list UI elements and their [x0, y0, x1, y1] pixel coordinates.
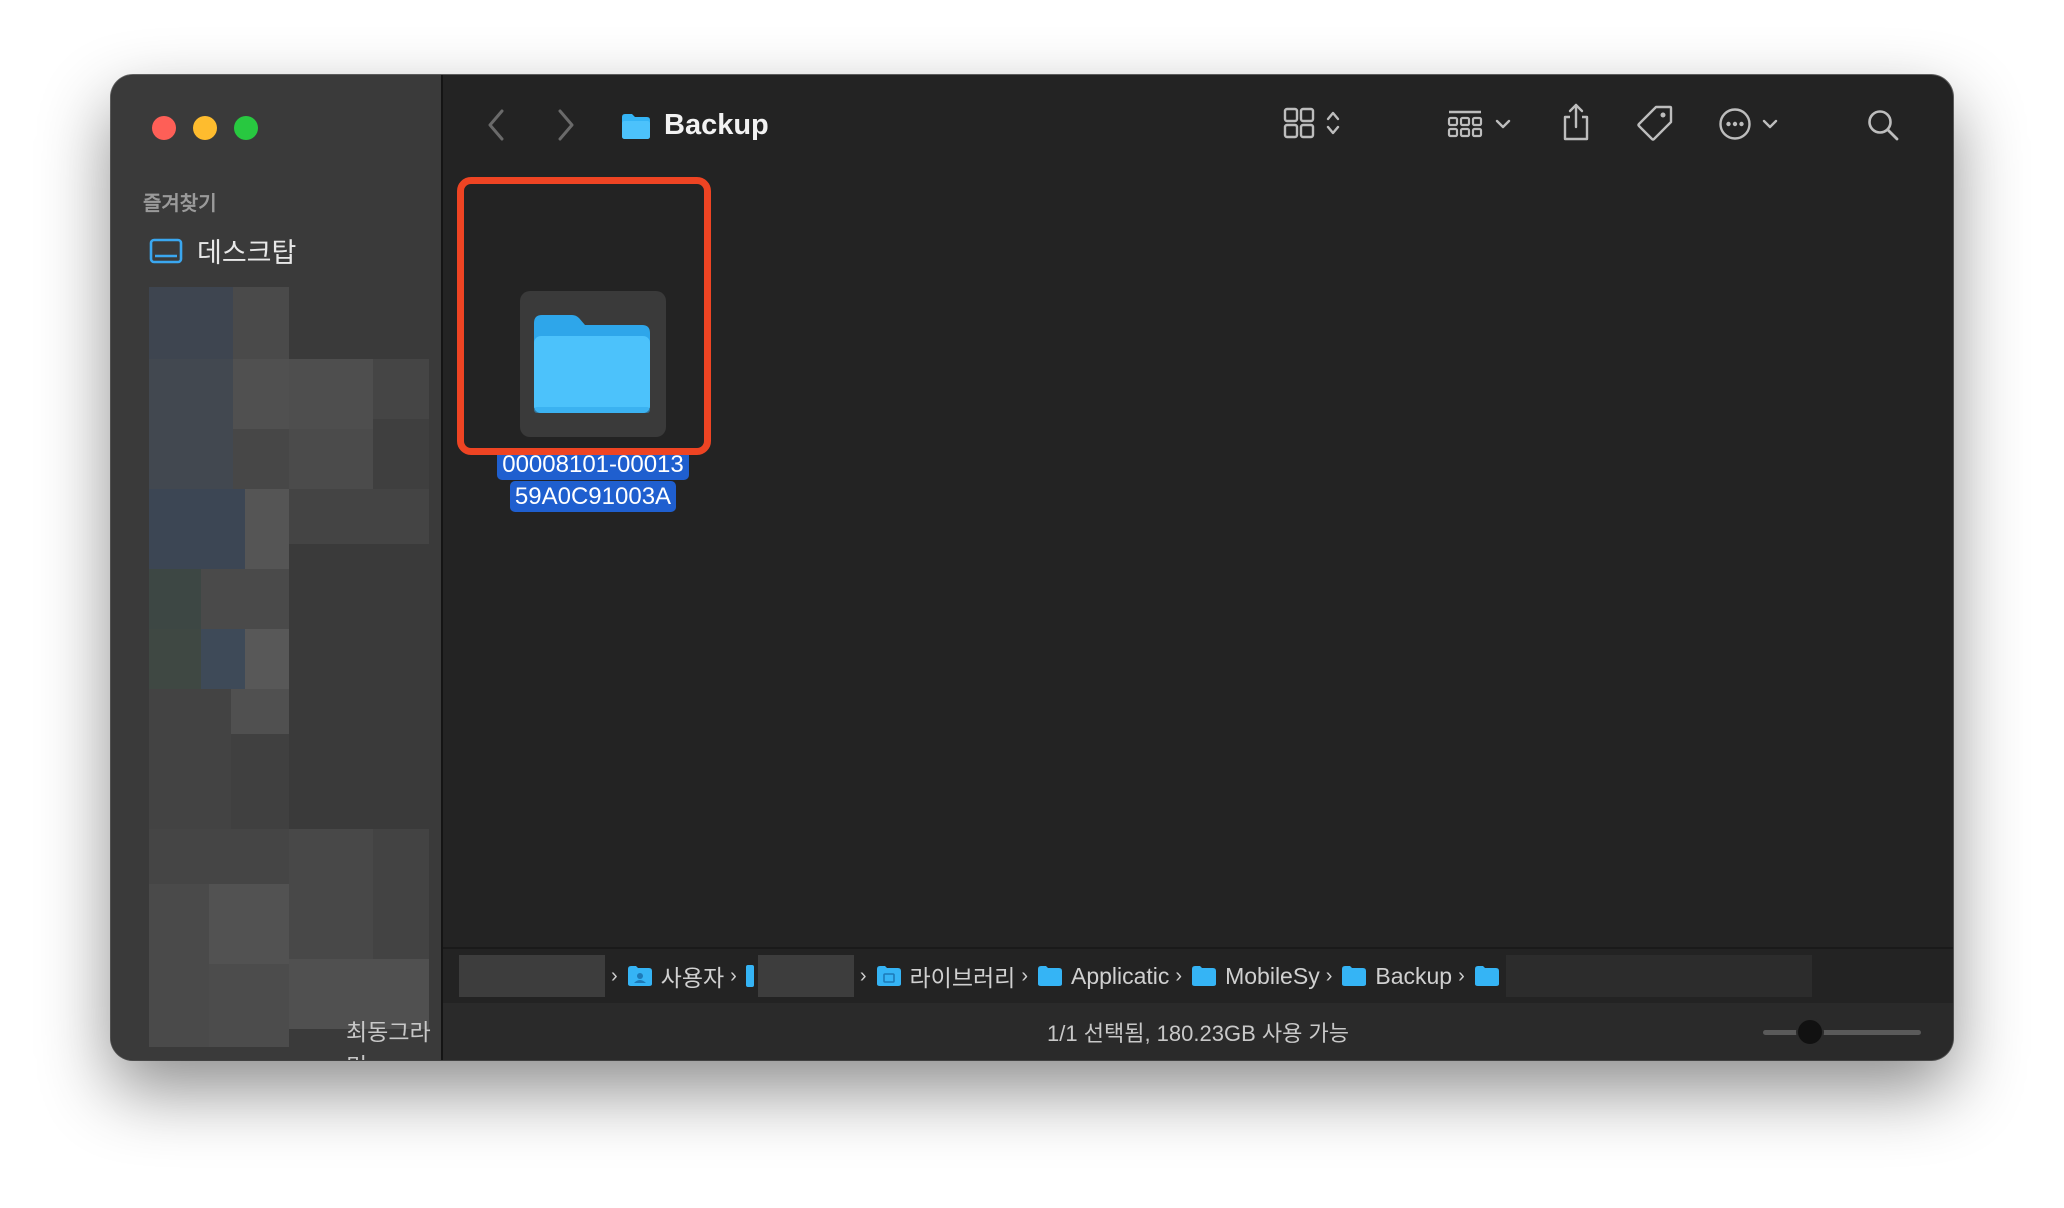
path-crumb-current[interactable] — [1474, 965, 1500, 987]
forward-button[interactable] — [555, 107, 577, 143]
folder-icon — [745, 965, 754, 987]
path-crumb-label: Applicatic — [1070, 962, 1170, 989]
redacted-sidebar-items — [149, 287, 433, 1047]
close-button[interactable] — [152, 116, 176, 140]
folder-icon — [1192, 966, 1217, 986]
page-title: Backup — [664, 109, 769, 141]
path-crumb-label: MobileSy — [1225, 962, 1320, 989]
view-mode-button[interactable] — [1283, 107, 1341, 139]
library-folder-icon — [876, 966, 901, 986]
window-controls — [152, 116, 258, 140]
search-icon — [1868, 110, 1899, 141]
folder-name-line-2: 59A0C91003A — [509, 481, 677, 512]
folder-icon — [622, 113, 650, 139]
tag-button[interactable] — [1636, 104, 1674, 142]
chevron-left-icon — [488, 109, 504, 141]
folder-name: 00008101-00013 59A0C91003A — [461, 449, 725, 513]
path-separator: › — [1021, 964, 1028, 987]
finder-window: 즐겨찾기 데스크탑 최동그라 Backup 00008101-00013 59A… — [111, 75, 1953, 1060]
toolbar: Backup — [443, 75, 1953, 179]
folder-icon — [1037, 966, 1062, 986]
sidebar-item-desktop[interactable]: 데스크탑 — [149, 231, 296, 270]
share-icon — [1563, 103, 1589, 141]
highlight-annotation — [457, 177, 711, 455]
path-separator: › — [730, 964, 737, 987]
group-by-button[interactable] — [1447, 109, 1511, 139]
path-crumb-label: Backup — [1375, 962, 1453, 989]
zoom-button[interactable] — [234, 116, 258, 140]
folder-icon — [1474, 966, 1499, 986]
status-text: 1/1 선택됨, 180.23GB 사용 가능 — [1047, 1020, 1349, 1046]
search-button[interactable] — [1866, 108, 1900, 142]
chevron-right-icon — [558, 109, 574, 141]
redacted-path-segment — [1505, 955, 1812, 997]
chevron-down-icon — [1762, 119, 1778, 129]
path-separator: › — [1458, 964, 1465, 987]
more-actions-button[interactable] — [1718, 107, 1778, 141]
path-crumb-library[interactable]: 라이브러리 — [876, 959, 1016, 993]
window-title: Backup — [620, 109, 769, 142]
favorites-section-title: 즐겨찾기 — [143, 193, 217, 215]
redacted-path-segment — [459, 955, 605, 997]
folder-icon — [1342, 966, 1367, 986]
back-button[interactable] — [485, 107, 507, 143]
redacted-path-segment — [757, 955, 854, 997]
minimize-button[interactable] — [193, 116, 217, 140]
path-crumb-users[interactable]: 사용자 — [627, 959, 724, 993]
users-folder-icon — [627, 966, 652, 986]
path-crumb-label: 사용자 — [660, 965, 725, 991]
icon-size-slider[interactable] — [1763, 1018, 1921, 1046]
chevron-updown-icon — [1326, 111, 1340, 135]
status-bar: 1/1 선택됨, 180.23GB 사용 가능 — [443, 1003, 1953, 1060]
path-separator: › — [1175, 964, 1183, 987]
sidebar: 즐겨찾기 데스크탑 최동그라 — [111, 75, 443, 1060]
path-separator: › — [1325, 964, 1333, 987]
grid-view-icon — [1283, 107, 1315, 139]
path-crumb-application-support[interactable]: Applicatic — [1037, 963, 1169, 990]
path-separator: › — [611, 964, 618, 987]
path-crumb-backup[interactable]: Backup — [1341, 963, 1452, 990]
desktop-icon — [149, 238, 183, 264]
path-crumb-label: 라이브러리 — [909, 965, 1016, 991]
path-crumb-mobilesync[interactable]: MobileSy — [1191, 963, 1320, 990]
sidebar-item-label: 데스크탑 — [197, 238, 297, 268]
tag-icon — [1637, 105, 1673, 141]
path-separator: › — [859, 964, 867, 987]
recents-label: 최동그라미 — [346, 1019, 431, 1060]
group-by-icon — [1447, 110, 1483, 138]
slider-knob[interactable] — [1796, 1018, 1825, 1046]
ellipsis-circle-icon — [1719, 108, 1751, 140]
share-button[interactable] — [1560, 102, 1592, 142]
path-bar: › 사용자 › › 라이브러리 › Applicatic › MobileSy … — [443, 947, 1953, 1003]
chevron-down-icon — [1495, 119, 1511, 129]
